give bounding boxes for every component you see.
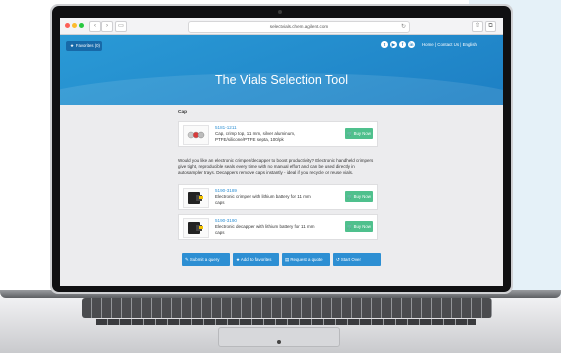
start-over-button[interactable]: ↺ Start Over: [333, 253, 381, 266]
buy-label: Buy Now: [353, 131, 371, 136]
share-icon[interactable]: ⇧: [472, 21, 483, 32]
product-card: 5181-1211 Cap, crimp top, 11 mm, silver …: [178, 121, 378, 147]
page-title: The Vials Selection Tool: [215, 73, 348, 87]
product-description: Electronic decapper with lithium battery…: [215, 224, 315, 235]
decapper-image: [183, 218, 209, 238]
browser-window: ‹ › ▭ selectvials.chem.agilent.com ↻ ⇧ ⧉…: [60, 18, 503, 286]
start-over-label: Start Over: [340, 257, 361, 262]
sidebar-icon[interactable]: ▭: [115, 21, 127, 32]
buy-label: Buy Now: [353, 224, 371, 229]
promo-text: Would you like an electronic crimper/dec…: [178, 158, 374, 175]
submit-query-button[interactable]: ✎ Submit a query: [182, 253, 230, 266]
cap-image: [183, 125, 209, 145]
part-number[interactable]: 5181-1211: [215, 125, 237, 130]
close-dot[interactable]: [65, 23, 70, 28]
star-icon: ★: [70, 43, 74, 48]
buy-now-button[interactable]: 🛒 Buy Now: [345, 128, 373, 139]
trackpad: [218, 327, 340, 347]
forward-icon[interactable]: ›: [101, 21, 113, 32]
facebook-icon[interactable]: f: [399, 41, 406, 48]
part-number[interactable]: 5190-3189: [215, 188, 237, 193]
request-quote-button[interactable]: ▤ Request a quote: [282, 253, 330, 266]
section-label-cap: Cap: [178, 110, 188, 115]
reload-icon[interactable]: ↻: [401, 22, 406, 32]
favorites-button[interactable]: ★ Favorites (0): [66, 41, 102, 51]
product-description: Cap, crimp top, 11 mm, silver aluminum, …: [215, 131, 296, 142]
twitter-icon[interactable]: t: [381, 41, 388, 48]
tabs-icon[interactable]: ⧉: [485, 21, 496, 32]
keyboard: [82, 298, 492, 318]
buy-now-button[interactable]: 🛒 Buy Now: [345, 221, 373, 232]
keyboard-row: [96, 319, 476, 325]
linkedin-icon[interactable]: in: [408, 41, 415, 48]
favorites-label: Favorites (0): [75, 43, 100, 48]
back-icon[interactable]: ‹: [89, 21, 101, 32]
buy-now-button[interactable]: 🛒 Buy Now: [345, 191, 373, 202]
site-header: ★ Favorites (0) t ▶ f in Home | Contact U…: [60, 35, 503, 105]
url-text: selectvials.chem.agilent.com: [269, 24, 329, 29]
maximize-dot[interactable]: [79, 23, 84, 28]
quote-label: Request a quote: [290, 257, 323, 262]
buy-label: Buy Now: [353, 194, 371, 199]
product-card: 5190-3189 Electronic crimper with lithiu…: [178, 184, 378, 210]
crimper-image: [183, 188, 209, 208]
part-number[interactable]: 5190-3190: [215, 218, 237, 223]
youtube-icon[interactable]: ▶: [390, 41, 397, 48]
product-description: Electronic crimper with lithium battery …: [215, 194, 311, 205]
browser-toolbar: ‹ › ▭ selectvials.chem.agilent.com ↻ ⇧ ⧉: [60, 18, 503, 35]
add-favorites-button[interactable]: ★ Add to favorites: [233, 253, 279, 266]
product-card: 5190-3190 Electronic decapper with lithi…: [178, 214, 378, 240]
top-links[interactable]: Home | Contact Us | English: [422, 42, 477, 47]
favorites-button-label: Add to favorites: [240, 257, 272, 262]
address-bar[interactable]: selectvials.chem.agilent.com ↻: [188, 21, 410, 33]
camera: [278, 10, 282, 14]
submit-label: Submit a query: [189, 257, 220, 262]
minimize-dot[interactable]: [72, 23, 77, 28]
power-led: [277, 340, 281, 344]
